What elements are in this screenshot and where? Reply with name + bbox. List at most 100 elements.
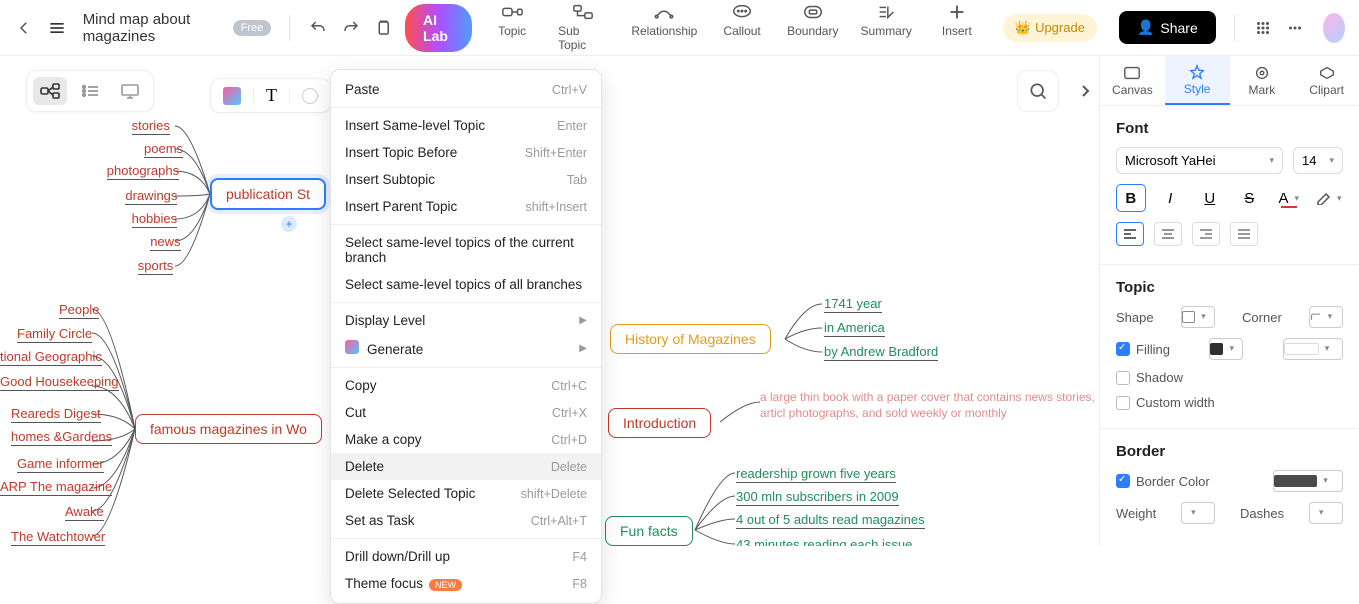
chevron-down-icon: ▾ <box>1229 343 1242 355</box>
context-menu-item[interactable]: PasteCtrl+V <box>331 76 601 103</box>
context-menu-item[interactable]: Make a copyCtrl+D <box>331 426 601 453</box>
weight-select[interactable]: ▾ <box>1181 502 1215 524</box>
font-family-select[interactable]: Microsoft YaHei▾ <box>1116 147 1283 174</box>
mindmap-leaf[interactable]: readership grown five years <box>736 466 896 483</box>
underline-button[interactable]: U <box>1195 184 1225 212</box>
filling-checkbox[interactable]: Filling <box>1116 342 1170 357</box>
context-menu-item[interactable]: Set as TaskCtrl+Alt+T <box>331 507 601 534</box>
chevron-down-icon: ▾ <box>1191 507 1211 519</box>
divider <box>289 15 290 41</box>
align-left-button[interactable] <box>1116 222 1144 246</box>
mindmap-leaf[interactable]: Awake <box>65 504 104 521</box>
context-menu-item[interactable]: Insert Same-level TopicEnter <box>331 112 601 139</box>
context-menu-item[interactable]: Insert SubtopicTab <box>331 166 601 193</box>
menu-icon[interactable] <box>46 14 66 42</box>
tab-mark[interactable]: Mark <box>1230 56 1295 105</box>
mindmap-leaf[interactable]: in America <box>824 320 885 337</box>
share-button[interactable]: 👤Share <box>1119 11 1216 44</box>
tab-style[interactable]: Style <box>1165 56 1230 105</box>
toolbar-topic[interactable]: Topic <box>490 3 534 38</box>
corner-select[interactable]: ▾ <box>1309 306 1343 328</box>
font-size-select[interactable]: 14▾ <box>1293 147 1343 174</box>
align-center-button[interactable] <box>1154 222 1182 246</box>
context-menu-item[interactable]: CopyCtrl+C <box>331 372 601 399</box>
toolbar-insert[interactable]: Insert <box>935 3 979 38</box>
mindmap-leaf[interactable]: stories <box>132 118 170 135</box>
context-menu-item[interactable]: Theme focusNEWF8 <box>331 570 601 597</box>
border-color-checkbox[interactable]: Border Color <box>1116 474 1210 489</box>
mindmap-leaf[interactable]: photographs <box>107 163 179 180</box>
mindmap-leaf[interactable]: The Watchtower <box>11 529 105 546</box>
font-color-button[interactable]: A▾ <box>1274 184 1304 212</box>
toolbar-summary[interactable]: Summary <box>862 3 911 38</box>
dashes-select[interactable]: ▾ <box>1309 502 1343 524</box>
context-menu-item[interactable]: Display Level▶ <box>331 307 601 334</box>
document-title[interactable]: Mind map about magazines <box>83 11 217 45</box>
mindmap-leaf[interactable]: tional Geographic <box>0 349 102 366</box>
toolbar-callout[interactable]: Callout <box>720 3 764 38</box>
node-publication[interactable]: publication St <box>210 178 326 210</box>
add-child-icon[interactable]: + <box>281 216 297 232</box>
bold-button[interactable]: B <box>1116 184 1146 212</box>
mindmap-leaf[interactable]: Reareds Digest <box>11 406 101 423</box>
custom-width-checkbox[interactable]: Custom width <box>1116 395 1215 410</box>
shadow-checkbox[interactable]: Shadow <box>1116 370 1183 385</box>
mindmap-leaf[interactable]: ARP The magazine <box>0 479 112 496</box>
toolbar-boundary[interactable]: Boundary <box>788 3 837 38</box>
node-history[interactable]: History of Magazines <box>610 324 771 354</box>
upgrade-button[interactable]: 👑Upgrade <box>1003 14 1097 42</box>
top-toolbar: Mind map about magazines Free AI Lab Top… <box>0 0 1359 56</box>
mindmap-leaf[interactable]: sports <box>138 258 173 275</box>
shape-select[interactable]: ▾ <box>1181 306 1215 328</box>
avatar[interactable] <box>1323 13 1345 43</box>
context-menu-item[interactable]: Select same-level topics of all branches <box>331 271 601 298</box>
mindmap-leaf[interactable]: 4 out of 5 adults read magazines <box>736 512 925 529</box>
context-menu-item[interactable]: Select same-level topics of the current … <box>331 229 601 271</box>
mindmap-leaf[interactable]: 300 mln subscribers in 2009 <box>736 489 899 506</box>
align-right-button[interactable] <box>1192 222 1220 246</box>
context-menu-item[interactable]: Drill down/Drill upF4 <box>331 543 601 570</box>
context-menu-item[interactable]: Insert Parent Topicshift+Insert <box>331 193 601 220</box>
apps-grid-icon[interactable] <box>1252 14 1272 42</box>
border-color-select[interactable]: ▾ <box>1273 470 1343 492</box>
mindmap-leaf[interactable]: People <box>59 302 99 319</box>
context-menu-item[interactable]: CutCtrl+X <box>331 399 601 426</box>
filling-color[interactable]: ▾ <box>1209 338 1243 360</box>
mindmap-leaf[interactable]: by Andrew Bradford <box>824 344 938 361</box>
strike-button[interactable]: S <box>1235 184 1265 212</box>
mindmap-leaf[interactable]: hobbies <box>132 211 178 228</box>
filling-secondary[interactable]: ▾ <box>1283 338 1343 360</box>
highlight-button[interactable]: ▾ <box>1314 184 1344 212</box>
back-icon[interactable] <box>14 14 34 42</box>
toolbar-relationship[interactable]: Relationship <box>633 3 697 38</box>
mindmap-leaf[interactable]: 43 minutes reading each issue <box>736 537 912 546</box>
italic-button[interactable]: I <box>1156 184 1186 212</box>
redo-icon[interactable] <box>340 14 360 42</box>
toolbar-subtopic[interactable]: Sub Topic <box>558 3 608 52</box>
mindmap-leaf[interactable]: Family Circle <box>17 326 92 343</box>
ai-lab-button[interactable]: AI Lab <box>405 4 472 52</box>
align-justify-button[interactable] <box>1230 222 1258 246</box>
mindmap-leaf[interactable]: homes &Gardens <box>11 429 112 446</box>
mindmap-leaf[interactable]: Game informer <box>17 456 104 473</box>
mindmap-leaf[interactable]: news <box>150 234 180 251</box>
more-icon[interactable] <box>1285 14 1305 42</box>
plan-badge: Free <box>233 20 272 36</box>
topic-section-title: Topic <box>1116 279 1343 296</box>
clipboard-icon[interactable] <box>373 14 393 42</box>
undo-icon[interactable] <box>308 14 328 42</box>
context-menu-item[interactable]: DeleteDelete <box>331 453 601 480</box>
node-famous[interactable]: famous magazines in Wo <box>135 414 322 444</box>
mindmap-leaf[interactable]: Good Housekeeping <box>0 374 119 391</box>
context-menu-item[interactable]: Insert Topic BeforeShift+Enter <box>331 139 601 166</box>
right-tabs: Canvas Style Mark Clipart <box>1099 56 1359 106</box>
mindmap-leaf[interactable]: drawings <box>125 188 177 205</box>
node-fun-facts[interactable]: Fun facts <box>605 516 693 546</box>
context-menu-item[interactable]: Generate▶ <box>331 334 601 363</box>
mindmap-leaf[interactable]: 1741 year <box>824 296 882 313</box>
node-introduction[interactable]: Introduction <box>608 408 711 438</box>
mindmap-leaf[interactable]: poems <box>144 141 183 158</box>
tab-clipart[interactable]: Clipart <box>1294 56 1359 105</box>
context-menu-item[interactable]: Delete Selected Topicshift+Delete <box>331 480 601 507</box>
tab-canvas[interactable]: Canvas <box>1100 56 1165 105</box>
